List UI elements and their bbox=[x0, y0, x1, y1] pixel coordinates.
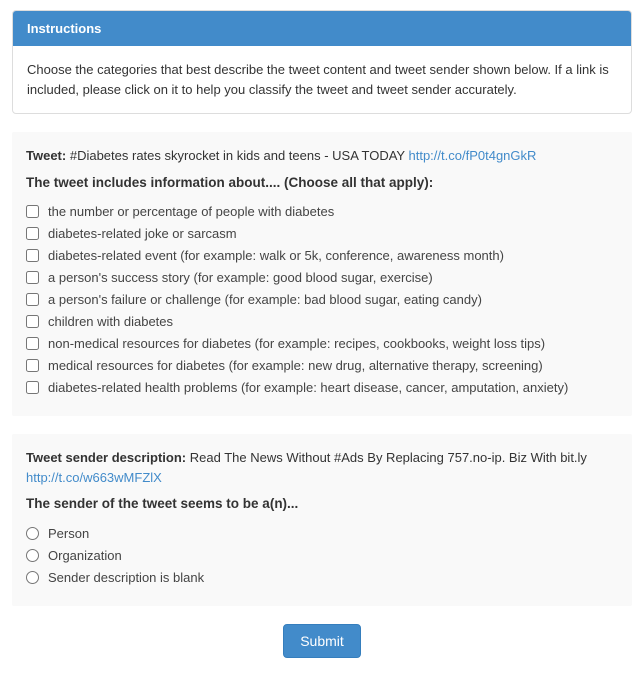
tweet-text: #Diabetes rates skyrocket in kids and te… bbox=[70, 148, 405, 163]
tweet-link[interactable]: http://t.co/fP0t4gnGkR bbox=[409, 148, 537, 163]
tweet-question: The tweet includes information about....… bbox=[26, 174, 618, 193]
tweet-option-row: a person's failure or challenge (for exa… bbox=[26, 292, 618, 307]
submit-wrap: Submit bbox=[12, 624, 632, 658]
tweet-option-label: children with diabetes bbox=[48, 314, 173, 329]
tweet-option-checkbox[interactable] bbox=[26, 315, 39, 328]
tweet-option-checkbox[interactable] bbox=[26, 271, 39, 284]
tweet-option-row: the number or percentage of people with … bbox=[26, 204, 618, 219]
sender-label: Tweet sender description: bbox=[26, 450, 186, 465]
sender-option-radio[interactable] bbox=[26, 527, 39, 540]
tweet-option-label: a person's failure or challenge (for exa… bbox=[48, 292, 482, 307]
sender-option-label: Sender description is blank bbox=[48, 570, 204, 585]
tweet-option-checkbox[interactable] bbox=[26, 293, 39, 306]
tweet-option-row: medical resources for diabetes (for exam… bbox=[26, 358, 618, 373]
tweet-option-checkbox[interactable] bbox=[26, 359, 39, 372]
tweet-option-checkbox[interactable] bbox=[26, 205, 39, 218]
tweet-option-row: diabetes-related event (for example: wal… bbox=[26, 248, 618, 263]
sender-option-row: Person bbox=[26, 526, 618, 541]
tweet-line: Tweet: #Diabetes rates skyrocket in kids… bbox=[26, 146, 618, 166]
instructions-body: Choose the categories that best describe… bbox=[13, 46, 631, 113]
submit-button[interactable]: Submit bbox=[283, 624, 361, 658]
tweet-option-label: a person's success story (for example: g… bbox=[48, 270, 433, 285]
tweet-option-checkbox[interactable] bbox=[26, 227, 39, 240]
tweet-section: Tweet: #Diabetes rates skyrocket in kids… bbox=[12, 132, 632, 416]
tweet-option-checkbox[interactable] bbox=[26, 337, 39, 350]
tweet-option-label: diabetes-related event (for example: wal… bbox=[48, 248, 504, 263]
tweet-option-checkbox[interactable] bbox=[26, 249, 39, 262]
tweet-option-row: diabetes-related joke or sarcasm bbox=[26, 226, 618, 241]
tweet-option-checkbox[interactable] bbox=[26, 381, 39, 394]
sender-section: Tweet sender description: Read The News … bbox=[12, 434, 632, 606]
sender-link[interactable]: http://t.co/w663wMFZlX bbox=[26, 470, 162, 485]
tweet-option-label: diabetes-related joke or sarcasm bbox=[48, 226, 237, 241]
sender-option-label: Organization bbox=[48, 548, 122, 563]
tweet-option-row: diabetes-related health problems (for ex… bbox=[26, 380, 618, 395]
instructions-panel: Instructions Choose the categories that … bbox=[12, 10, 632, 114]
tweet-option-label: non-medical resources for diabetes (for … bbox=[48, 336, 545, 351]
sender-question: The sender of the tweet seems to be a(n)… bbox=[26, 495, 618, 514]
sender-option-row: Organization bbox=[26, 548, 618, 563]
tweet-option-row: children with diabetes bbox=[26, 314, 618, 329]
tweet-option-row: non-medical resources for diabetes (for … bbox=[26, 336, 618, 351]
sender-option-label: Person bbox=[48, 526, 89, 541]
tweet-option-label: diabetes-related health problems (for ex… bbox=[48, 380, 568, 395]
tweet-label: Tweet: bbox=[26, 148, 66, 163]
tweet-option-row: a person's success story (for example: g… bbox=[26, 270, 618, 285]
sender-option-radio[interactable] bbox=[26, 571, 39, 584]
sender-option-row: Sender description is blank bbox=[26, 570, 618, 585]
instructions-title: Instructions bbox=[13, 11, 631, 46]
tweet-option-label: the number or percentage of people with … bbox=[48, 204, 334, 219]
sender-text: Read The News Without #Ads By Replacing … bbox=[190, 450, 587, 465]
tweet-option-label: medical resources for diabetes (for exam… bbox=[48, 358, 543, 373]
sender-line: Tweet sender description: Read The News … bbox=[26, 448, 618, 487]
sender-option-radio[interactable] bbox=[26, 549, 39, 562]
